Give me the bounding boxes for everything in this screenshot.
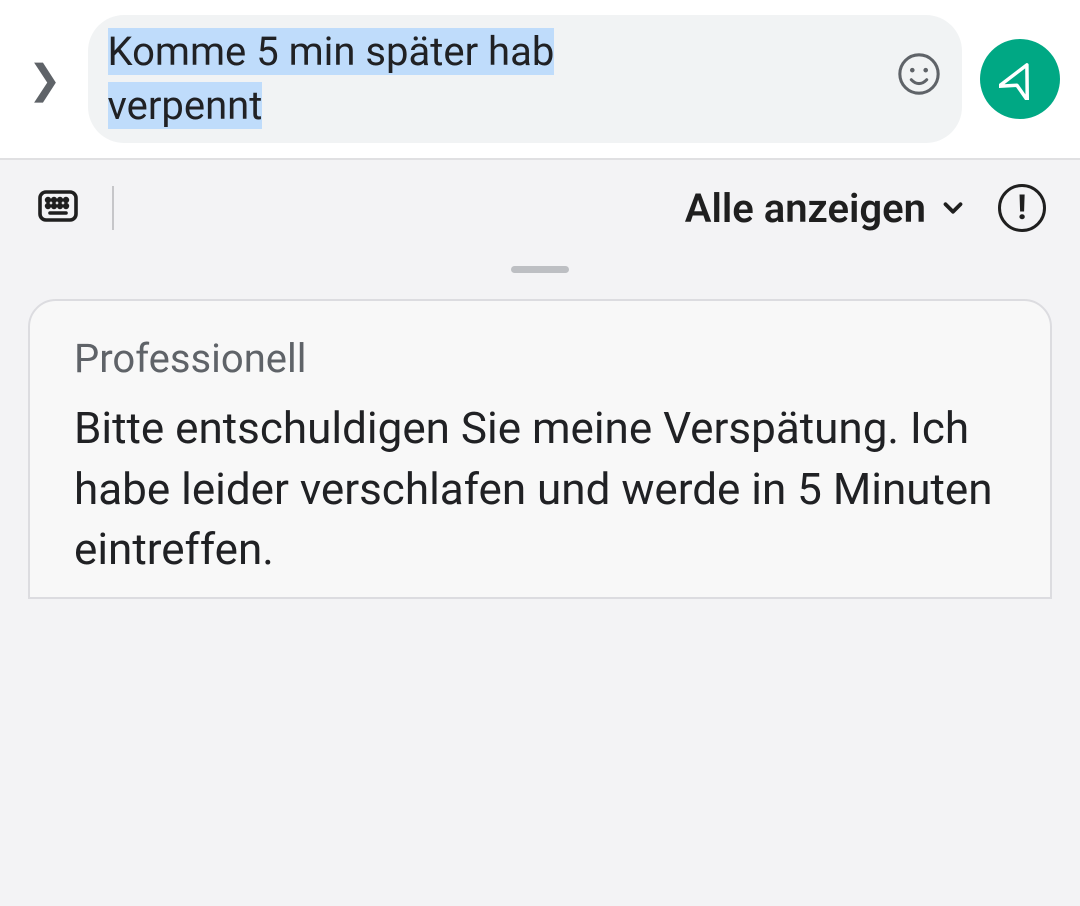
suggestion-title: Professionell — [74, 335, 1006, 382]
message-input-text: Komme 5 min später hab verpennt — [108, 25, 881, 133]
emoji-icon[interactable] — [896, 51, 942, 108]
compose-bar: ❯ Komme 5 min später hab verpennt — [0, 0, 1080, 158]
keyboard-icon[interactable] — [34, 182, 82, 234]
suggestion-toolbar: Alle anzeigen ! — [0, 158, 1080, 256]
show-all-button[interactable]: Alle anzeigen — [685, 185, 968, 232]
selected-text-line1: Komme 5 min später hab — [108, 28, 555, 75]
send-button[interactable] — [980, 39, 1060, 119]
show-all-label: Alle anzeigen — [685, 185, 926, 232]
suggestion-card[interactable]: Professionell Bitte entschuldigen Sie me… — [28, 299, 1052, 599]
info-icon[interactable]: ! — [998, 184, 1046, 232]
separator — [112, 186, 114, 230]
suggestion-panel: Professionell Bitte entschuldigen Sie me… — [0, 299, 1080, 906]
chevron-down-icon — [938, 193, 968, 223]
drag-handle-area[interactable] — [0, 256, 1080, 299]
suggestion-body: Bitte entschuldigen Sie meine Verspätung… — [74, 398, 1006, 580]
chevron-right-icon[interactable]: ❯ — [20, 56, 70, 103]
selected-text-line2: verpennt — [108, 82, 263, 129]
message-input[interactable]: Komme 5 min später hab verpennt — [88, 15, 962, 143]
drag-handle — [511, 266, 569, 273]
